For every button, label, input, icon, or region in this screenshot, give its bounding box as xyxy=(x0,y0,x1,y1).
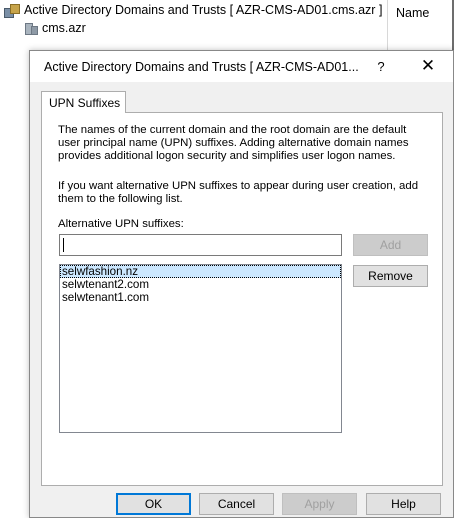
tab-upn-suffixes[interactable]: UPN Suffixes xyxy=(41,91,126,113)
tab-panel: The names of the current domain and the … xyxy=(41,112,443,486)
tree-root-label: Active Directory Domains and Trusts [ AZ… xyxy=(24,3,383,17)
upn-suffix-list[interactable]: selwfashion.nz selwtenant2.com selwtenan… xyxy=(59,264,342,433)
description-text-1: The names of the current domain and the … xyxy=(58,124,409,162)
list-item[interactable]: selwtenant1.com xyxy=(60,291,341,304)
tab-label: UPN Suffixes xyxy=(49,96,121,110)
upn-suffix-input[interactable] xyxy=(59,234,342,256)
description-text-2: If you want alternative UPN suffixes to … xyxy=(58,180,419,205)
remove-button[interactable]: Remove xyxy=(353,265,428,287)
help-question-icon[interactable]: ? xyxy=(374,59,388,74)
list-item[interactable]: selwfashion.nz xyxy=(60,265,341,278)
dialog-title: Active Directory Domains and Trusts [ AZ… xyxy=(44,60,359,74)
close-icon[interactable]: ✕ xyxy=(418,55,438,77)
tree-root-node[interactable]: Active Directory Domains and Trusts [ AZ… xyxy=(4,3,383,18)
ad-domains-trusts-icon xyxy=(4,3,20,18)
list-item[interactable]: selwtenant2.com xyxy=(60,278,341,291)
alt-suffix-label: Alternative UPN suffixes: xyxy=(58,218,184,230)
ok-button[interactable]: OK xyxy=(116,493,191,515)
tree-child-node[interactable]: cms.azr xyxy=(24,21,86,35)
add-button[interactable]: Add xyxy=(353,234,428,256)
apply-button[interactable]: Apply xyxy=(282,493,357,515)
dialog-titlebar[interactable]: Active Directory Domains and Trusts [ AZ… xyxy=(30,51,453,82)
upn-suffixes-dialog: Active Directory Domains and Trusts [ AZ… xyxy=(29,50,454,518)
cancel-button[interactable]: Cancel xyxy=(199,493,274,515)
help-button[interactable]: Help xyxy=(366,493,441,515)
name-column-header[interactable]: Name xyxy=(396,6,429,20)
tree-child-label: cms.azr xyxy=(42,21,86,35)
domain-icon xyxy=(24,21,38,35)
